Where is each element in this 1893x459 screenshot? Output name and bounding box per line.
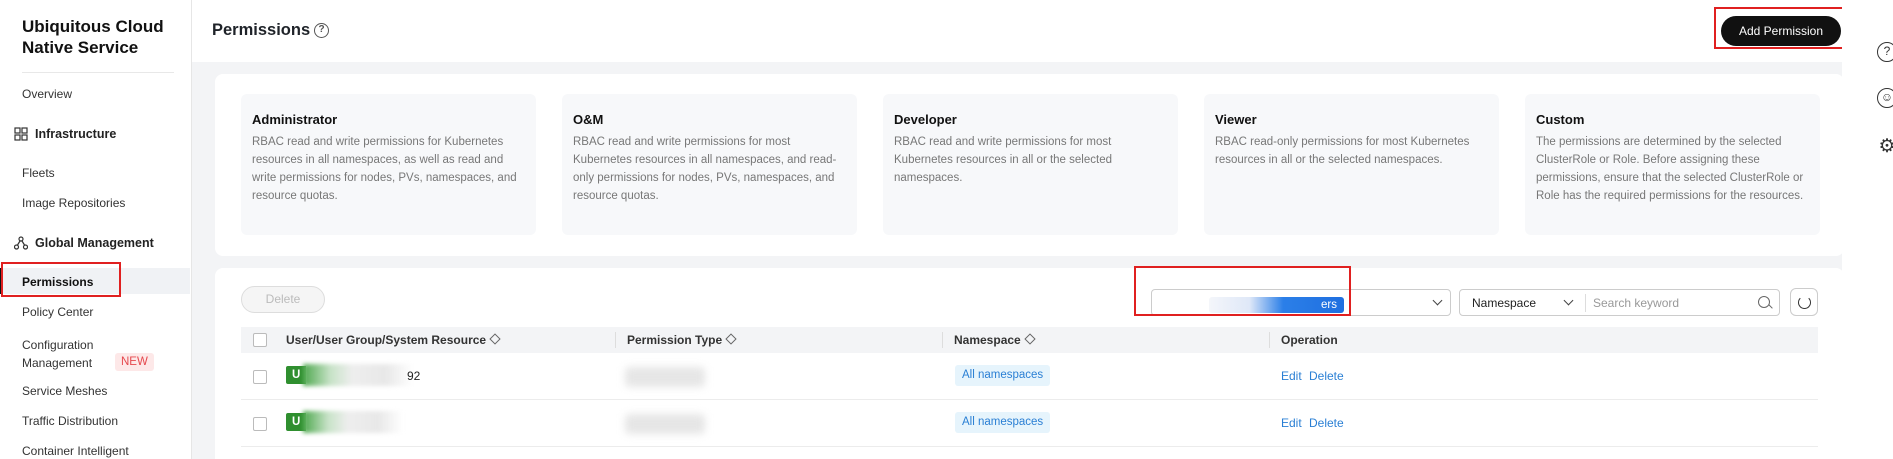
card-title: Custom (1536, 112, 1585, 127)
new-badge: NEW (115, 353, 154, 371)
card-description: RBAC read and write permissions for most… (894, 136, 1112, 184)
edit-link[interactable]: Edit (1281, 416, 1302, 430)
column-header-user[interactable]: User/User Group/System Resource (286, 333, 501, 347)
smiley-icon[interactable]: ☺ (1877, 88, 1893, 108)
sidebar-item-image-repositories[interactable]: Image Repositories (22, 196, 125, 210)
role-card-viewer: Viewer RBAC read-only permissions for mo… (1204, 94, 1499, 235)
page-title: Permissions (212, 21, 311, 39)
card-title: Viewer (1215, 112, 1257, 127)
permissions-table-panel: Delete ers Namespace User/User Group/Sys… (215, 266, 1844, 459)
sidebar-item-traffic-distribution[interactable]: Traffic Distribution (22, 414, 118, 428)
column-header-operation: Operation (1281, 333, 1338, 347)
question-icon[interactable]: ? (1877, 42, 1893, 62)
sidebar-item-policy-center[interactable]: Policy Center (22, 305, 93, 319)
sidebar-item-container-intelligent[interactable]: Container Intelligent (22, 444, 129, 458)
sidebar-item-configuration-management[interactable]: Configuration Management (22, 336, 102, 372)
edit-link[interactable]: Edit (1281, 369, 1302, 383)
card-title: O&M (573, 112, 604, 127)
sort-icon[interactable] (725, 333, 737, 345)
column-divider (1269, 332, 1270, 348)
help-icon[interactable]: ? (314, 23, 329, 38)
sidebar-section-infrastructure[interactable]: Infrastructure (14, 127, 116, 141)
row-checkbox[interactable] (253, 417, 267, 431)
right-rail: ? ☺ ⚙ (1842, 0, 1893, 459)
role-card-developer: Developer RBAC read and write permission… (883, 94, 1178, 235)
delete-button[interactable]: Delete (241, 286, 325, 313)
column-label: Namespace (954, 333, 1021, 347)
sidebar-item-fleets[interactable]: Fleets (22, 166, 55, 180)
refresh-icon (1798, 296, 1811, 309)
card-description: RBAC read-only permissions for most Kube… (1215, 136, 1470, 166)
redacted-user-name (303, 411, 403, 433)
delete-link[interactable]: Delete (1309, 369, 1344, 383)
sidebar-item-overview[interactable]: Overview (22, 87, 72, 101)
role-card-custom: Custom The permissions are determined by… (1525, 94, 1820, 235)
nodes-icon (14, 236, 28, 250)
card-title: Administrator (252, 112, 338, 127)
namespace-tag: All namespaces (955, 365, 1051, 386)
chevron-down-icon[interactable] (1563, 295, 1574, 306)
role-card-administrator: Administrator RBAC read and write permis… (241, 94, 536, 235)
user-name: 92 (407, 369, 421, 383)
brand-title: Ubiquitous Cloud Native Service (22, 17, 164, 57)
namespace-tag: All namespaces (955, 412, 1051, 433)
column-divider (615, 332, 616, 348)
card-description: RBAC read and write permissions for Kube… (252, 136, 517, 202)
column-label: User/User Group/System Resource (286, 333, 487, 347)
divider (1585, 294, 1586, 312)
search-icon[interactable] (1758, 296, 1770, 308)
refresh-button[interactable] (1790, 288, 1818, 316)
role-cards-panel: Administrator RBAC read and write permis… (215, 74, 1844, 256)
sort-icon[interactable] (1024, 333, 1036, 345)
column-divider (942, 332, 943, 348)
chevron-down-icon (1432, 295, 1443, 306)
redacted-user-name (303, 364, 413, 386)
role-card-om: O&M RBAC read and write permissions for … (562, 94, 857, 235)
gear-icon[interactable]: ⚙ (1877, 137, 1893, 158)
table-row: U 92 All namespaces Edit Delete (241, 353, 1818, 400)
select-all-checkbox[interactable] (253, 333, 267, 347)
sort-icon[interactable] (489, 333, 501, 345)
row-checkbox[interactable] (253, 370, 267, 384)
column-header-permission-type[interactable]: Permission Type (627, 333, 737, 347)
sidebar-section-label: Infrastructure (35, 127, 117, 141)
search-bar: Namespace (1459, 289, 1780, 316)
divider (22, 72, 174, 73)
delete-link[interactable]: Delete (1309, 416, 1344, 430)
sidebar-section-global-management[interactable]: Global Management (14, 236, 154, 250)
page-header: Permissions ? Add Permission (192, 0, 1844, 62)
table-header: User/User Group/System Resource Permissi… (241, 327, 1818, 353)
column-header-namespace[interactable]: Namespace (954, 333, 1036, 347)
card-description: The permissions are determined by the se… (1536, 136, 1804, 202)
column-label: Permission Type (627, 333, 723, 347)
redacted-permission-type (625, 414, 705, 434)
redacted-permission-type (625, 367, 705, 387)
grid-icon (14, 127, 28, 141)
card-title: Developer (894, 112, 957, 127)
table-row: U All namespaces Edit Delete (241, 400, 1818, 447)
highlight-box (1134, 266, 1351, 316)
namespace-filter[interactable]: Namespace (1472, 296, 1536, 310)
sidebar-section-label: Global Management (35, 236, 154, 250)
card-description: RBAC read and write permissions for most… (573, 136, 837, 202)
highlight-box (1714, 7, 1844, 49)
sidebar-item-service-meshes[interactable]: Service Meshes (22, 384, 107, 398)
search-input[interactable] (1593, 293, 1748, 313)
sidebar: Ubiquitous Cloud Native Service Overview… (0, 0, 192, 459)
highlight-box (1, 262, 121, 297)
